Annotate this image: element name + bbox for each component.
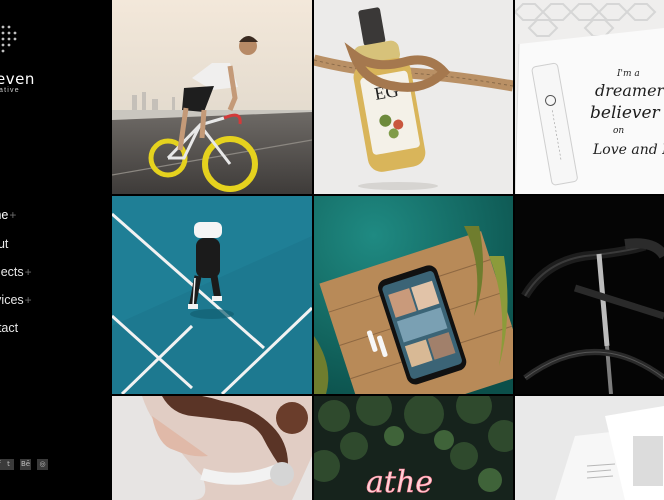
journal-text-3: believer: [590, 103, 661, 123]
project-tile-neon[interactable]: athe: [314, 396, 513, 500]
project-tile-bottle[interactable]: EG: [314, 0, 513, 194]
logo-dots-icon: [1, 25, 17, 53]
phone-on-table-image: [314, 196, 513, 394]
nav-item-label: out: [0, 237, 9, 251]
neon-text: athe: [366, 465, 433, 500]
sidebar: even ative me+ out ojects+ rvices+ ntact…: [0, 0, 112, 500]
nav-item-label: rvices: [0, 293, 24, 307]
neon-sign-image: athe: [314, 396, 513, 500]
bottle-image: EG: [314, 0, 513, 194]
journal-text-5: Love and Me: [592, 142, 664, 158]
journal-text-1: I'm a: [616, 69, 640, 79]
brand-tagline: ative: [0, 87, 20, 94]
tennis-court-image: [112, 196, 312, 394]
nav-item-contact[interactable]: ntact: [0, 321, 19, 335]
journal-text-4: on: [613, 126, 624, 136]
behance-icon[interactable]: Bē: [20, 459, 31, 470]
nav-item-label: ntact: [0, 321, 19, 335]
nav-item-label: ojects: [0, 265, 24, 279]
nav-item-home[interactable]: me+: [0, 208, 16, 222]
project-tile-portrait[interactable]: [112, 396, 312, 500]
plus-icon: +: [24, 293, 32, 307]
project-tile-book[interactable]: [515, 396, 664, 500]
nav-item-label: me: [0, 208, 9, 222]
project-tile-phone[interactable]: [314, 196, 513, 394]
nav-item-projects[interactable]: ojects+: [0, 265, 32, 279]
project-tile-cyclist[interactable]: [112, 0, 312, 194]
plus-icon: +: [24, 265, 32, 279]
cyclist-image: [112, 0, 312, 194]
project-tile-journal[interactable]: I'm a dreamer believer on Love and Me: [515, 0, 664, 194]
project-tile-tennis[interactable]: [112, 196, 312, 394]
journal-text-2: dreamer: [595, 81, 664, 100]
brand-name[interactable]: even: [0, 70, 35, 88]
plus-icon: +: [9, 208, 17, 222]
nav-item-about[interactable]: out: [0, 237, 9, 251]
project-tile-bicycle[interactable]: [515, 196, 664, 394]
journal-image: I'm a dreamer believer on Love and Me: [515, 0, 664, 194]
portrait-image: [112, 396, 312, 500]
nav-item-services[interactable]: rvices+: [0, 293, 32, 307]
instagram-icon[interactable]: ◎: [37, 459, 48, 470]
bicycle-image: [515, 196, 664, 394]
twitter-icon[interactable]: t: [3, 459, 14, 470]
portfolio-grid: EG I'm a dreamer believer on Love and at…: [112, 0, 664, 500]
book-image: [515, 396, 664, 500]
